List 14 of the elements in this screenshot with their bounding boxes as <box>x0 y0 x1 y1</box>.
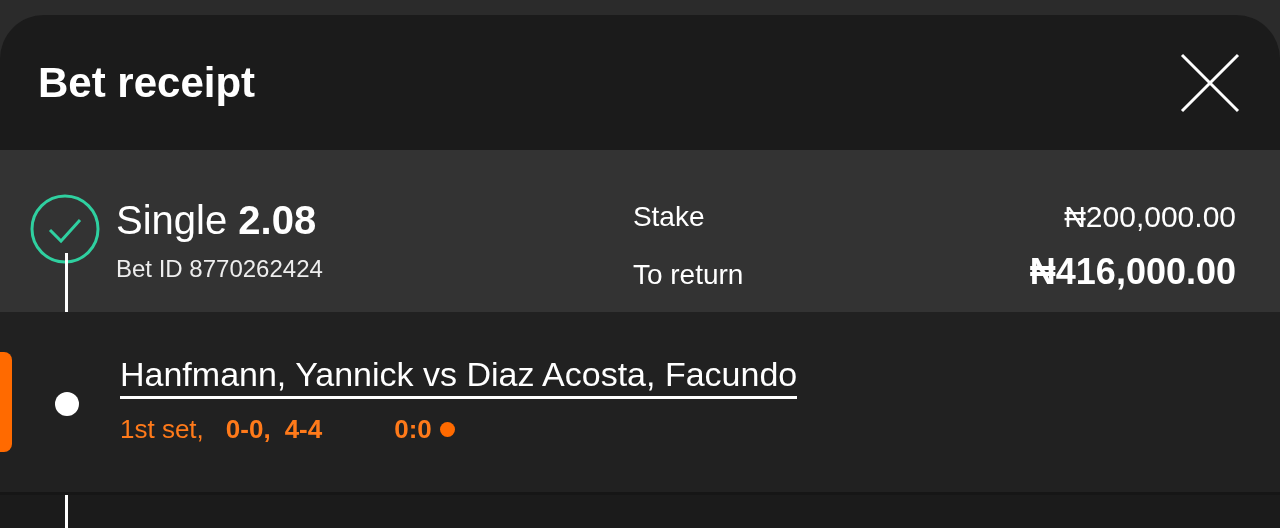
stake-label: Stake <box>632 200 706 234</box>
event-link[interactable]: Hanfmann, Yannick vs Diaz Acosta, Facundo <box>120 354 798 399</box>
bet-id: Bet ID 8770262424 <box>116 254 324 284</box>
timeline-dot <box>55 392 79 416</box>
period-label: 1st set, <box>120 413 204 445</box>
stake-amount: ₦200,000.00 <box>1064 200 1236 234</box>
sheet-title: Bet receipt <box>38 58 256 107</box>
close-icon[interactable] <box>1180 52 1240 113</box>
set-score: 0-0, <box>225 413 271 445</box>
game-score: 4-4 <box>284 413 323 445</box>
point-score: 0:0 <box>394 413 432 445</box>
return-label: To return <box>632 258 745 292</box>
bet-title: Single 2.08 <box>116 197 318 244</box>
return-amount: ₦416,000.00 <box>1029 252 1236 292</box>
